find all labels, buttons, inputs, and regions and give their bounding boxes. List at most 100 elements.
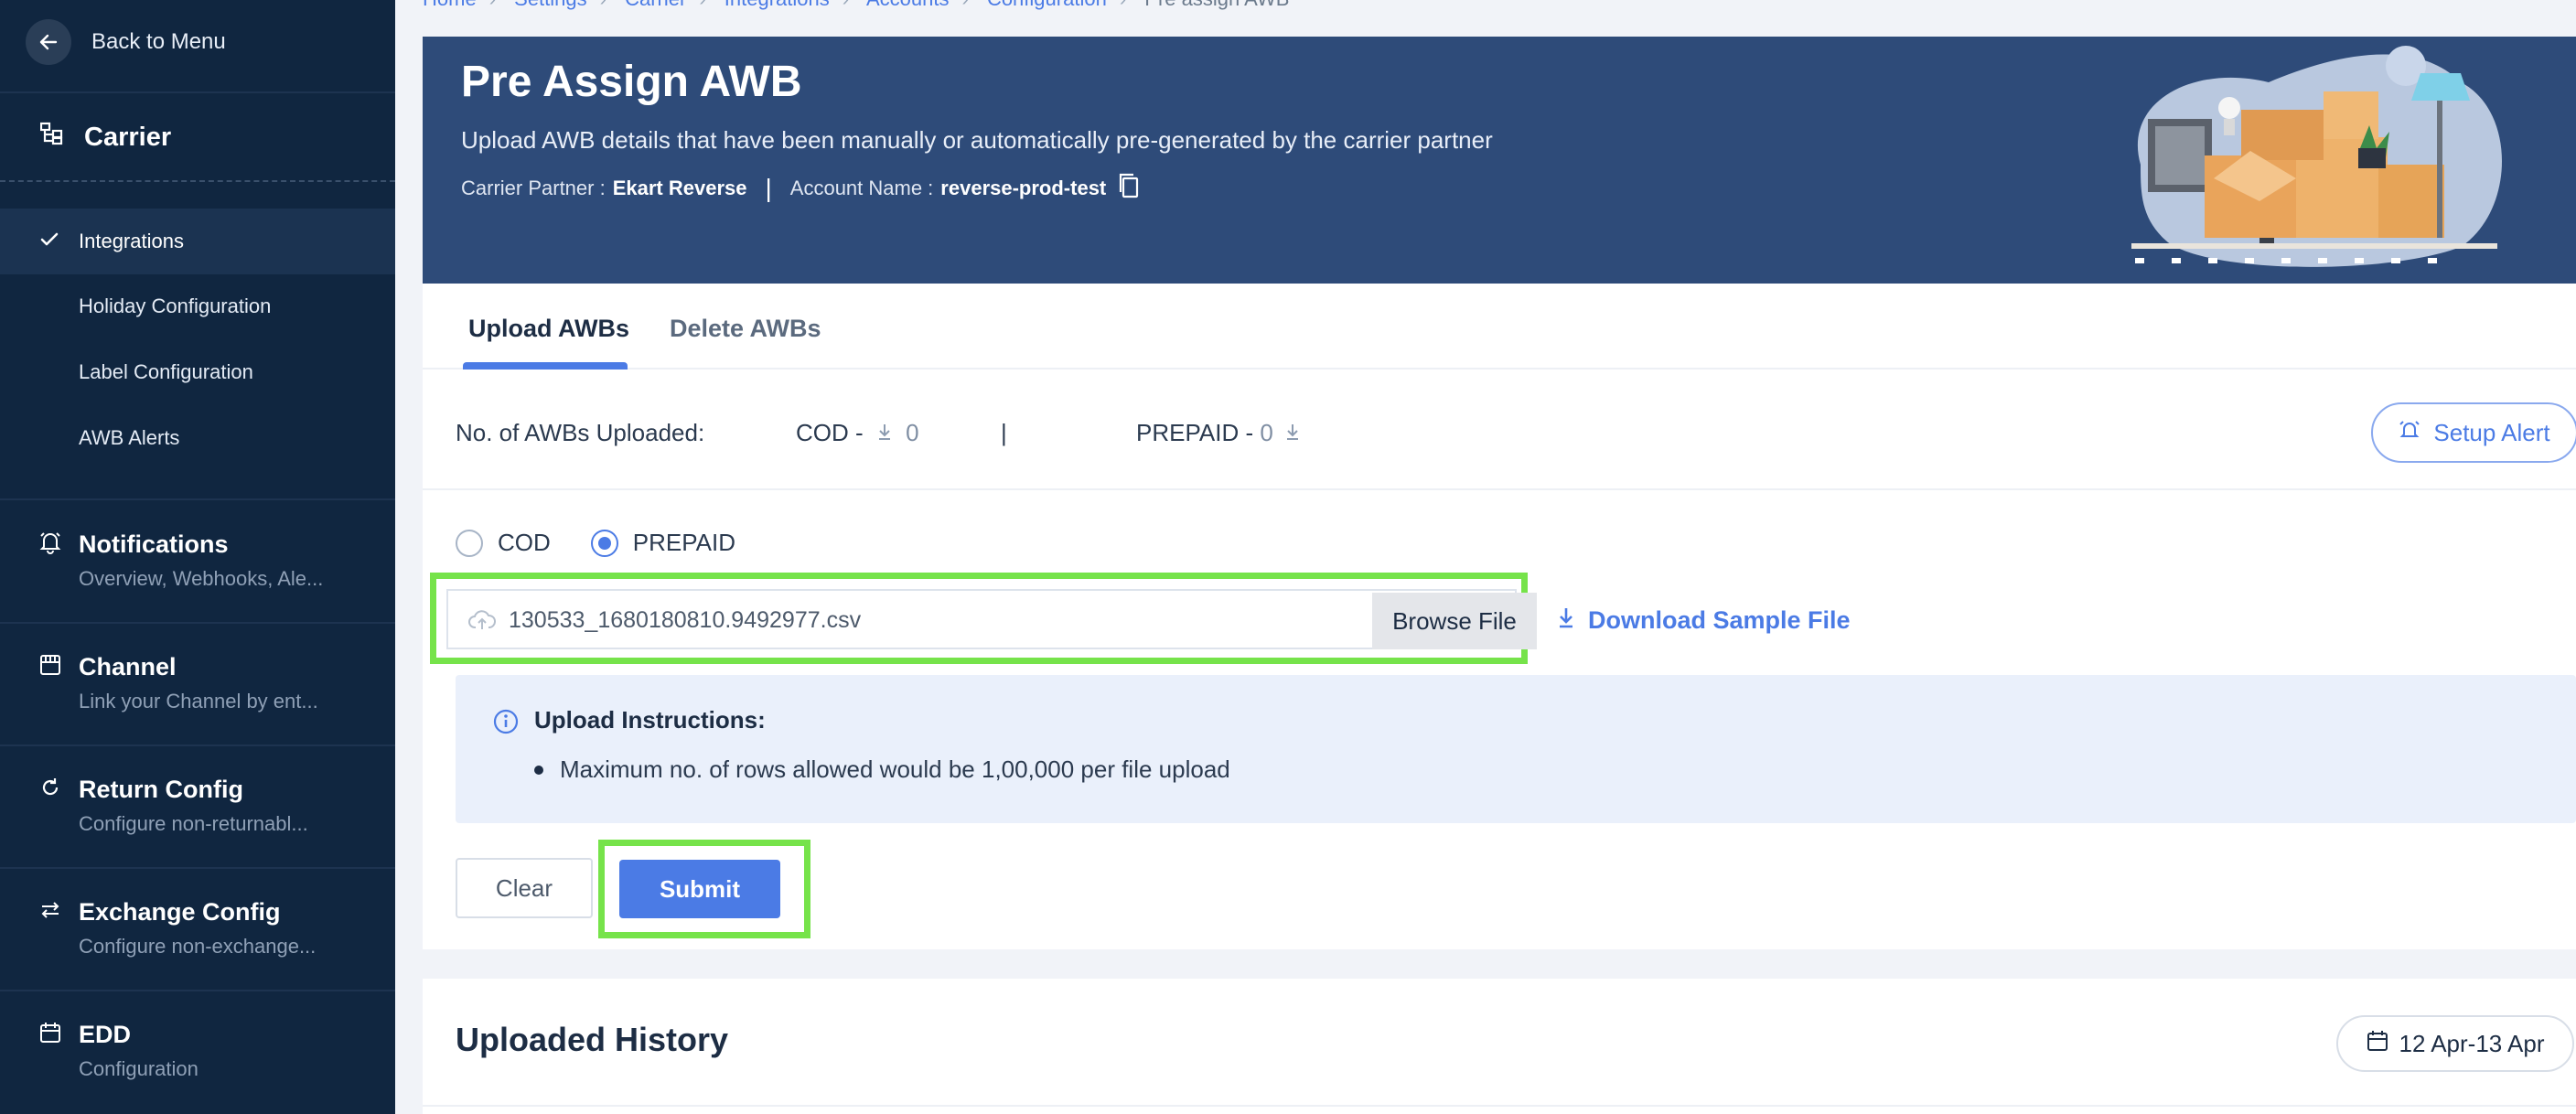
sidebar-item-label: Integrations [79,230,184,252]
exchange-icon [38,898,62,927]
divider [0,744,395,746]
check-icon [38,229,60,256]
tab-bar: Upload AWBs Delete AWBs [423,284,2576,370]
breadcrumb-settings[interactable]: Settings [514,0,587,10]
tab-delete-awbs[interactable]: Delete AWBs [670,315,821,343]
notifications-title: Notifications [79,530,229,558]
sidebar-item-notifications[interactable]: Notifications Overview, Webhooks, Ale... [0,530,395,618]
carrier-partner-value: Ekart Reverse [612,177,747,199]
sidebar-item-channel[interactable]: Channel Link your Channel by ent... [0,653,395,741]
breadcrumb-integrations[interactable]: Integrations [724,0,830,10]
prepaid-count-value: 0 [1260,419,1273,446]
tab-upload-awbs[interactable]: Upload AWBs [468,315,629,343]
sidebar: Back to Menu Carrier Integrations Holida… [0,0,395,1114]
calendar-icon [2367,1030,2388,1058]
back-to-menu-label: Back to Menu [91,29,226,54]
divider [0,498,395,500]
return-config-desc: Configure non-returnabl... [79,812,308,835]
instruction-item: Maximum no. of rows allowed would be 1,0… [534,755,1230,784]
moving-boxes-illustration [2131,46,2502,267]
prepaid-count: PREPAID - 0 [1136,419,1300,447]
cod-count-label: COD - [796,419,864,446]
cloud-upload-icon [468,609,496,636]
channel-title: Channel [79,653,177,680]
download-sample-label: Download Sample File [1588,606,1851,634]
sidebar-item-holiday-configuration[interactable]: Holiday Configuration [79,295,271,318]
divider [0,180,395,182]
bell-icon [38,530,62,559]
selected-file-name: 130533_1680180810.9492977.csv [509,607,862,633]
date-range-value: 12 Apr-13 Apr [2399,1029,2545,1057]
sidebar-item-awb-alerts[interactable]: AWB Alerts [79,426,179,450]
divider [423,488,2576,490]
cod-radio[interactable] [456,529,483,557]
clear-button[interactable]: Clear [456,858,593,918]
divider [423,1105,2576,1107]
sidebar-item-integrations[interactable]: Integrations [0,209,395,274]
breadcrumb: Home› Settings› Carrier› Integrations› A… [423,0,1289,11]
breadcrumb-carrier[interactable]: Carrier [625,0,686,10]
alarm-icon [2399,419,2420,447]
active-tab-indicator [463,362,628,370]
sidebar-item-edd[interactable]: EDD Configuration [0,1021,395,1109]
uploaded-history-title: Uploaded History [456,1021,729,1058]
back-to-menu-button[interactable]: Back to Menu [26,18,226,66]
exchange-config-title: Exchange Config [79,898,281,926]
divider [0,91,395,93]
submit-button[interactable]: Submit [619,860,780,918]
copy-icon[interactable] [1117,172,1141,205]
payment-type-radio-group: COD PREPAID [456,529,735,557]
carrier-title: Carrier [84,122,172,152]
account-name-value: reverse-prod-test [940,177,1107,199]
breadcrumb-current: Pre assign AWB [1144,0,1289,10]
instruction-text: Maximum no. of rows allowed would be 1,0… [560,755,1230,783]
notifications-desc: Overview, Webhooks, Ale... [79,567,324,590]
upload-card: Upload AWBs Delete AWBs No. of AWBs Uplo… [423,284,2576,949]
divider [0,622,395,624]
uploaded-history-card: Uploaded History 12 Apr-13 Apr [423,979,2576,1114]
cod-radio-label: COD [498,529,551,556]
prepaid-radio-label: PREPAID [632,529,735,556]
download-icon[interactable] [877,419,898,446]
edd-title: EDD [79,1021,132,1048]
setup-alert-label: Setup Alert [2433,418,2550,446]
download-icon [1557,605,1575,636]
sidebar-item-return-config[interactable]: Return Config Configure non-returnabl... [0,776,395,863]
divider [0,867,395,869]
cod-count-value: 0 [906,419,919,446]
carrier-account-meta: Carrier Partner : Ekart Reverse | Accoun… [461,172,1141,205]
page-header-banner: Pre Assign AWB Upload AWB details that h… [423,37,2576,284]
sidebar-item-exchange-config[interactable]: Exchange Config Configure non-exchange..… [0,898,395,986]
prepaid-count-label: PREPAID - [1136,419,1254,446]
carrier-tree-icon [39,122,64,153]
cod-count: COD - 0 [796,419,919,447]
stats-separator: | [1001,419,1007,446]
carrier-partner-label: Carrier Partner : [461,177,606,199]
download-sample-file-link[interactable]: Download Sample File [1557,605,1851,636]
calendar-icon [38,1021,62,1049]
page-subtitle: Upload AWB details that have been manual… [461,126,1493,154]
account-name-label: Account Name : [789,177,934,199]
browse-file-button[interactable]: Browse File [1372,593,1537,649]
return-config-title: Return Config [79,776,243,803]
info-icon [492,708,520,740]
setup-alert-button[interactable]: Setup Alert [2371,402,2576,463]
download-icon[interactable] [1285,419,1300,446]
store-icon [38,653,62,681]
awbs-uploaded-label: No. of AWBs Uploaded: [456,419,705,446]
sidebar-item-label-configuration[interactable]: Label Configuration [79,360,253,384]
upload-instructions-heading: Upload Instructions: [534,706,766,734]
breadcrumb-accounts[interactable]: Accounts [866,0,950,10]
sidebar-section-carrier[interactable]: Carrier [39,117,172,157]
channel-desc: Link your Channel by ent... [79,690,318,712]
date-range-picker[interactable]: 12 Apr-13 Apr [2336,1015,2574,1072]
arrow-left-icon [26,19,71,65]
divider [0,990,395,991]
prepaid-radio[interactable] [590,529,618,557]
return-icon [38,776,62,804]
edd-desc: Configuration [79,1057,199,1080]
breadcrumb-configuration[interactable]: Configuration [987,0,1107,10]
file-upload-field[interactable]: 130533_1680180810.9492977.csv Browse Fil… [446,589,1537,649]
exchange-config-desc: Configure non-exchange... [79,935,317,958]
breadcrumb-home[interactable]: Home [423,0,477,10]
